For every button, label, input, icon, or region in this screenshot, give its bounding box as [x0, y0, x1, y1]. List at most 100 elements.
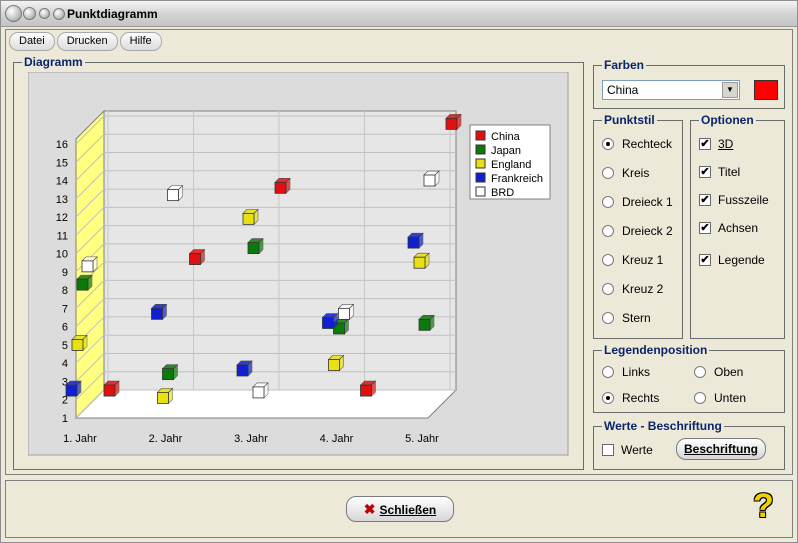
- title-bar: Punktdiagramm: [1, 1, 797, 27]
- legendenposition-option-0[interactable]: Links: [602, 365, 650, 379]
- punktstil-option-6-label: Stern: [622, 311, 651, 325]
- data-point: [236, 364, 249, 377]
- punktstil-group: Punktstil Rechteck Kreis Dreieck 1 Dreieck …: [593, 113, 683, 339]
- punktstil-option-3-radio[interactable]: [602, 225, 614, 237]
- punktstil-option-4-radio[interactable]: [602, 254, 614, 266]
- legendenposition-option-3-label: Unten: [714, 391, 747, 405]
- optionen-checkbox-2[interactable]: ✔: [699, 194, 711, 206]
- optionen-checkbox-4[interactable]: ✔: [699, 254, 711, 266]
- punktstil-option-2-label: Dreieck 1: [622, 195, 673, 209]
- app-icon: [53, 8, 65, 20]
- color-swatch[interactable]: [754, 80, 778, 100]
- beschriftung-button[interactable]: Beschriftung: [676, 438, 766, 460]
- legendenposition-option-1[interactable]: Oben: [694, 365, 743, 379]
- legendenposition-option-3-radio[interactable]: [694, 392, 706, 404]
- optionen-label-0: 3D: [718, 137, 734, 151]
- punktstil-option-6[interactable]: Stern: [602, 311, 651, 325]
- legend-label: China: [491, 131, 521, 143]
- punktstil-option-1[interactable]: Kreis: [602, 166, 649, 180]
- window-title: Punktdiagramm: [67, 7, 158, 21]
- punktstil-option-5[interactable]: Kreuz 2: [602, 282, 663, 296]
- data-point: [407, 236, 420, 249]
- y-tick-label: 10: [56, 249, 68, 261]
- legendenposition-option-3[interactable]: Unten: [694, 391, 746, 405]
- legendenposition-option-0-radio[interactable]: [602, 366, 614, 378]
- data-point: [252, 386, 265, 399]
- punktstil-option-2[interactable]: Dreieck 1: [602, 195, 673, 209]
- optionen-option-4[interactable]: ✔ Legende: [699, 253, 765, 267]
- legend-label: England: [491, 159, 531, 171]
- y-tick-label: 11: [57, 230, 68, 242]
- legendenposition-option-1-label: Oben: [714, 365, 744, 379]
- legendenposition-option-1-radio[interactable]: [694, 366, 706, 378]
- werte-checkbox-row[interactable]: Werte: [602, 443, 653, 457]
- optionen-checkbox-3[interactable]: ✔: [699, 222, 711, 234]
- punktstil-title: Punktstil: [602, 113, 657, 127]
- punktstil-option-0-radio[interactable]: [602, 138, 614, 150]
- y-tick-label: 15: [56, 157, 68, 169]
- legendenposition-title: Legendenposition: [602, 343, 710, 357]
- x-tick-label: 3. Jahr: [234, 433, 268, 445]
- werte-checkbox-label: Werte: [621, 443, 653, 457]
- y-tick-label: 5: [62, 340, 68, 352]
- close-button-label: Schließen: [379, 503, 437, 517]
- punktstil-option-4[interactable]: Kreuz 1: [602, 253, 663, 267]
- werte-checkbox[interactable]: [602, 444, 614, 456]
- close-button[interactable]: ✖ Schließen: [346, 496, 454, 522]
- y-tick-label: 4: [62, 358, 68, 370]
- color-series-select[interactable]: China ▼: [602, 80, 740, 100]
- scatter-chart: 123456789101112131415161. Jahr 2. Jahr 3. …: [28, 72, 569, 456]
- x-tick-label: 1. Jahr: [63, 433, 97, 445]
- punktstil-option-2-radio[interactable]: [602, 196, 614, 208]
- data-point: [445, 117, 458, 130]
- legend-swatch: [475, 144, 486, 155]
- help-icon[interactable]: ?: [753, 487, 783, 525]
- data-point: [413, 256, 426, 269]
- punktstil-option-6-radio[interactable]: [602, 312, 614, 324]
- optionen-checkbox-1[interactable]: ✔: [699, 166, 711, 178]
- menu-hilfe[interactable]: Hilfe: [119, 32, 162, 51]
- menu-drucken[interactable]: Drucken: [56, 32, 118, 51]
- punktstil-option-5-radio[interactable]: [602, 283, 614, 295]
- punktstil-option-3[interactable]: Dreieck 2: [602, 224, 673, 238]
- data-point: [65, 384, 78, 397]
- farben-group: Farben China ▼: [593, 58, 785, 109]
- optionen-label-3: Achsen: [718, 221, 759, 235]
- legendenposition-option-2[interactable]: Rechts: [602, 391, 659, 405]
- optionen-option-1[interactable]: ✔ Titel: [699, 165, 740, 179]
- menu-datei[interactable]: Datei: [9, 32, 55, 51]
- punktstil-option-3-label: Dreieck 2: [622, 224, 673, 238]
- optionen-checkbox-0[interactable]: ✔: [699, 138, 711, 150]
- werte-group: Werte - Beschriftung Werte Beschriftung: [593, 419, 785, 470]
- data-point: [322, 317, 334, 329]
- legendenposition-group: Legendenposition Links Oben Rechts Unten: [593, 343, 785, 413]
- y-tick-label: 13: [56, 194, 68, 206]
- maximize-window-button[interactable]: [39, 8, 50, 19]
- data-point: [328, 359, 340, 371]
- diagram-group: Diagramm 1 2 3 4 5 6 7 8 9 10 11 12 13 14 15 16 1. Jahr 2…: [13, 55, 584, 470]
- close-window-button[interactable]: [5, 5, 22, 22]
- data-point: [162, 368, 174, 381]
- punktstil-option-1-radio[interactable]: [602, 167, 614, 179]
- y-tick-label: 7: [62, 303, 68, 315]
- optionen-option-0[interactable]: ✔ 3D: [699, 137, 733, 151]
- legend-label: Japan: [491, 145, 521, 157]
- legendenposition-option-2-label: Rechts: [622, 391, 660, 405]
- optionen-option-2[interactable]: ✔ Fusszeile: [699, 193, 769, 207]
- minimize-window-button[interactable]: [23, 7, 36, 20]
- legend-swatch: [475, 158, 486, 169]
- optionen-label-1: Titel: [718, 165, 741, 179]
- y-tick-label: 16: [56, 139, 68, 151]
- color-series-value: China: [607, 83, 639, 97]
- diagram-group-title: Diagramm: [22, 55, 85, 69]
- legendenposition-option-2-radio[interactable]: [602, 392, 614, 404]
- farben-title: Farben: [602, 58, 647, 72]
- optionen-option-3[interactable]: ✔ Achsen: [699, 221, 758, 235]
- data-point: [81, 260, 94, 273]
- y-tick-label: 6: [62, 322, 68, 334]
- data-point: [423, 174, 436, 187]
- y-tick-label: 14: [56, 176, 68, 188]
- chevron-down-icon[interactable]: ▼: [722, 82, 738, 98]
- data-point: [274, 181, 287, 194]
- punktstil-option-0[interactable]: Rechteck: [602, 137, 672, 151]
